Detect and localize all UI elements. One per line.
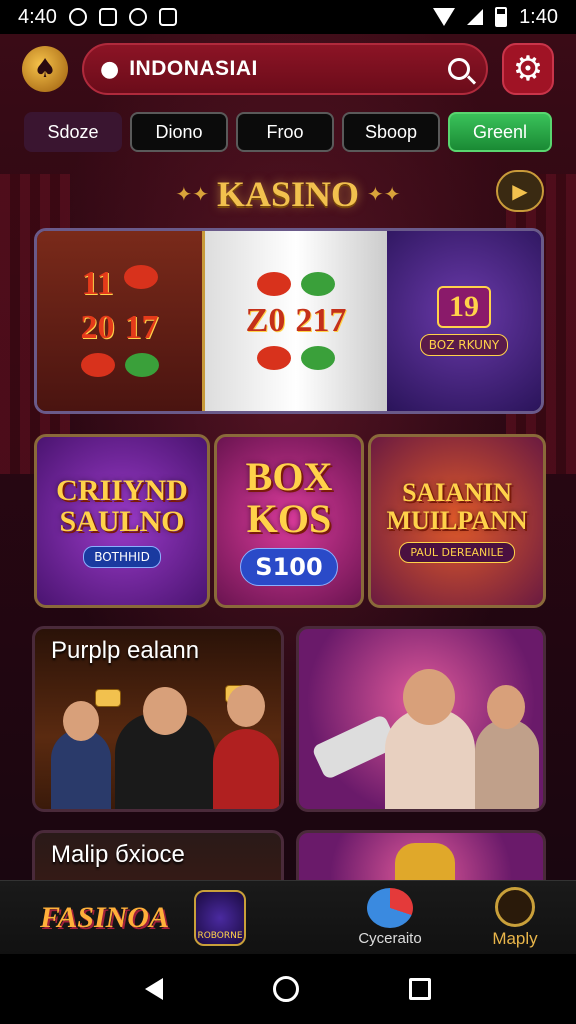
search-bar[interactable]: ● INDONASIAI [82,43,488,95]
nav-label: Cyceraito [358,930,422,947]
swirl-icon [367,888,413,928]
tab-diono[interactable]: Diono [130,112,228,152]
tab-froo[interactable]: Froo [236,112,334,152]
reel-left: 11 20 17 [37,231,205,411]
slot-machine-banner[interactable]: 11 20 17 Z0 217 19 BOZ RKUNY [34,228,544,414]
nav-label: Maply [492,928,538,948]
search-input[interactable]: INDONASIAI [129,57,438,81]
nav-item-maply[interactable]: Maply [460,886,570,949]
tab-sdoze[interactable]: Sdoze [24,112,122,152]
fruit-icon [257,346,291,370]
leaf-icon [301,272,335,296]
reel-value: 217 [295,302,347,339]
cherry-icon [123,265,158,289]
status-bar: 4:40 1:40 [0,0,576,34]
cherry-icon [257,272,291,296]
wifi-icon [433,8,456,26]
game-tiles: CRIIYND SAULNO BOTHHID BOX KOS S100 SAIA… [34,434,546,608]
card-title: Malip бxioce [51,841,185,868]
fruit-icon [80,353,115,377]
badge-caption: ROBORNE [197,930,243,941]
game-badge: S100 [240,548,338,586]
location-icon: ● [100,56,120,82]
bottom-navigation: FASINOA ROBORNE Cyceraito Maply [0,880,576,954]
coin-icon [495,886,535,927]
sync-icon [128,8,147,26]
game-tile[interactable]: SAIANIN MUILPANN PAUL DEREANILE [368,434,546,608]
game-tile[interactable]: BOX KOS S100 [214,434,364,608]
game-tile[interactable]: CRIIYND SAULNO BOTHHID [34,434,210,608]
reel-value: Z0 [245,302,286,339]
nav-item-cyceraito[interactable]: Cyceraito [320,888,460,947]
notification-icon [68,8,87,26]
title-ornament-right: ✦✦ [367,182,401,206]
reel-value: 17 [124,309,159,346]
character-head [143,687,187,735]
character-head [63,701,99,741]
message-icon [98,8,117,26]
nav-badge-button[interactable]: ROBORNE [170,889,270,946]
leaf-icon [124,353,159,377]
game-title: BOX KOS [245,454,333,541]
signal-icon [467,9,484,25]
section-header: ✦✦ KASINO ✦✦ [0,168,576,220]
recents-icon[interactable] [409,978,431,1000]
brand-logo[interactable]: FASINOA [0,901,170,935]
reel-center: Z0 217 [205,231,387,411]
back-icon[interactable] [145,978,163,1000]
character-head [403,669,455,725]
clock: 4:40 [18,5,57,28]
image-icon [158,8,177,26]
machine-number: 19 [437,286,491,328]
reel-value: 11 [81,265,114,302]
feature-card[interactable]: Purplp ealann [32,626,284,812]
game-badge: PAUL DEREANILE [399,541,515,563]
leaf-icon [301,346,335,370]
game-title: CRIIYND SAULNO [56,473,188,538]
character-figure [213,729,279,809]
tab-greenl[interactable]: Greenl [448,112,552,152]
feature-card[interactable] [296,626,546,812]
category-tabs: Sdoze Diono Froo Sboop Greenl [24,112,552,152]
home-icon[interactable] [273,976,299,1002]
next-arrow-icon[interactable]: ▶ [496,170,544,212]
battery-icon [495,7,508,27]
app-logo-icon[interactable]: ♠ [22,46,68,92]
title-ornament-left: ✦✦ [175,182,209,206]
section-title: KASINO [216,174,360,214]
machine-caption: BOZ RKUNY [419,334,509,356]
character-head [487,685,525,729]
machine-panel: 19 BOZ RKUNY [387,231,541,411]
game-title: SAIANIN MUILPANN [386,478,528,535]
character-figure [51,729,111,809]
character-head [227,685,265,727]
game-badge: BOTHHID [83,545,161,568]
clock-right: 1:40 [519,5,558,28]
system-navigation-bar [0,954,576,1024]
search-icon[interactable] [448,58,470,80]
coin-icon [95,689,121,707]
game-badge-icon: ROBORNE [194,889,246,946]
tab-sboop[interactable]: Sboop [342,112,440,152]
reel-value: 20 [80,309,115,346]
app-header: ♠ ● INDONASIAI ⚙ [0,40,576,98]
settings-gear-icon[interactable]: ⚙ [502,43,554,95]
card-title: Purplp ealann [51,637,200,664]
character-figure [475,719,539,809]
